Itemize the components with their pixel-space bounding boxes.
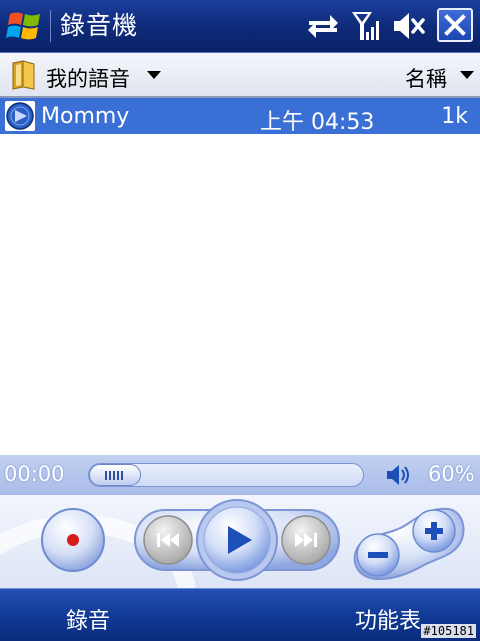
windows-start-icon[interactable]: [4, 6, 46, 46]
signal-strength-icon[interactable]: [351, 10, 383, 42]
volume-down-button[interactable]: [357, 534, 399, 576]
chevron-down-icon[interactable]: [147, 70, 161, 80]
recording-file-icon: [5, 101, 35, 131]
data-sync-icon[interactable]: [306, 10, 340, 42]
record-button[interactable]: [40, 507, 106, 573]
soft-key-bar: 錄音 功能表: [0, 588, 480, 641]
folder-dropdown-label[interactable]: 我的語音: [46, 63, 130, 93]
app-title: 錄音機: [60, 11, 139, 40]
record-softkey[interactable]: 錄音: [66, 603, 110, 635]
file-name: Mommy: [41, 104, 130, 129]
next-button[interactable]: [282, 516, 330, 564]
close-icon: [444, 14, 466, 36]
grip-icon: [105, 471, 123, 480]
list-item[interactable]: Mommy 上午 04:53 1k: [0, 98, 480, 135]
recording-list[interactable]: Mommy 上午 04:53 1k: [0, 98, 480, 455]
file-time: 上午 04:53: [260, 110, 375, 135]
folder-header: 我的語音 名稱: [0, 53, 480, 98]
playback-controls: [0, 495, 480, 588]
progress-slider[interactable]: [88, 463, 364, 487]
close-button[interactable]: [437, 8, 473, 42]
previous-button[interactable]: [144, 516, 192, 564]
play-button[interactable]: [198, 502, 276, 580]
elapsed-time: 00:00: [4, 462, 65, 486]
sort-dropdown-label[interactable]: 名稱: [405, 63, 447, 93]
volume-level: 60%: [428, 462, 475, 486]
record-dot-icon: [67, 534, 79, 546]
volume-up-button[interactable]: [413, 510, 455, 552]
speaker-volume-icon[interactable]: [385, 463, 411, 487]
title-bar: 錄音機: [0, 0, 480, 53]
speaker-muted-icon[interactable]: [392, 10, 426, 42]
title-separator: [50, 10, 51, 42]
file-size: 1k: [441, 104, 468, 129]
chevron-down-icon[interactable]: [460, 70, 474, 80]
watermark: #105181: [421, 624, 476, 638]
progress-slider-thumb[interactable]: [89, 464, 141, 486]
menu-softkey[interactable]: 功能表: [355, 603, 421, 635]
playback-progress-bar: 00:00 60%: [0, 455, 480, 495]
folder-icon: [12, 60, 35, 90]
